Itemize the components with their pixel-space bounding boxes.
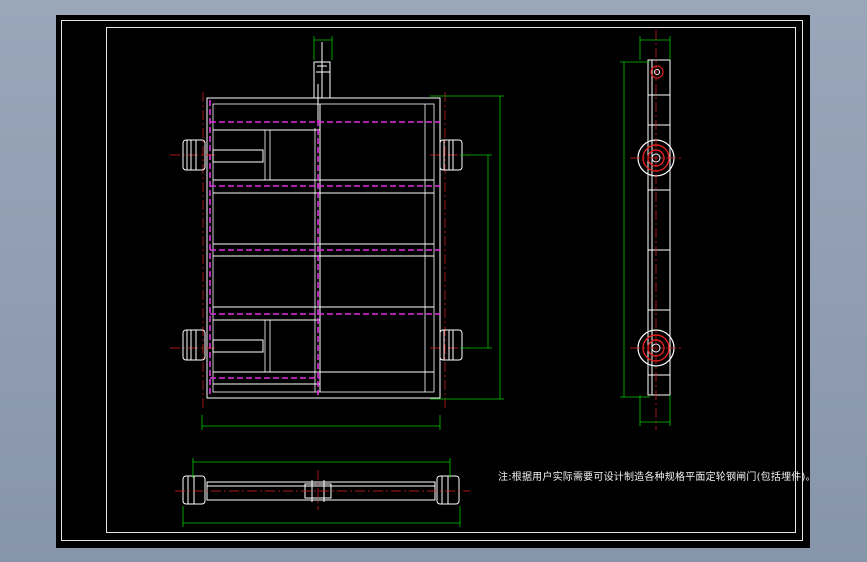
gate-panel-outline	[212, 103, 435, 393]
side-center-lines	[630, 30, 682, 430]
side-lug	[650, 65, 664, 79]
plan-view	[175, 458, 470, 527]
dimension-lines	[201, 36, 504, 430]
hidden-lines	[209, 100, 440, 395]
front-elevation	[170, 36, 504, 430]
gate-body-outline	[206, 97, 441, 399]
lifting-lug	[313, 42, 331, 120]
side-elevation	[620, 30, 682, 430]
drawing-note: 注:根据用户实际需要可设计制造各种规格平面定轮钢闸门(包括埋件)。	[498, 472, 816, 483]
plan-center-lines	[175, 470, 470, 510]
plan-dimension-lines	[182, 458, 461, 527]
